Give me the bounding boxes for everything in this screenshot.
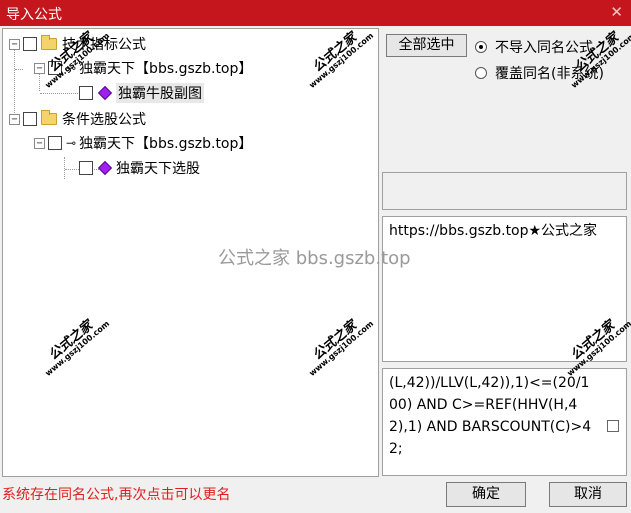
node-checkbox[interactable]	[48, 136, 62, 150]
tree-node-screening-formulas[interactable]: − 条件选股公式	[9, 108, 146, 130]
name-field[interactable]	[382, 172, 627, 210]
collapse-icon[interactable]: −	[9, 113, 20, 125]
folder-icon	[41, 110, 57, 125]
cancel-button[interactable]: 取消	[549, 482, 627, 507]
tree-node-label: 独霸天下选股	[116, 161, 200, 177]
node-checkbox[interactable]	[79, 86, 93, 100]
tree-node-formula[interactable]: 独霸牛股副图	[79, 82, 204, 104]
formula-icon	[97, 160, 113, 176]
tree-node-label: 独霸牛股副图	[116, 83, 204, 103]
formula-source-box[interactable]: (L,42))/LLV(L,42)),1)<=(20/100) AND C>=R…	[382, 368, 627, 476]
formula-icon	[97, 85, 113, 101]
tree-node-formula[interactable]: 独霸天下选股	[79, 157, 200, 179]
radio-skip-duplicates[interactable]: 不导入同名公式	[475, 37, 593, 57]
tree-node-author-group[interactable]: − ⊸ 独霸天下【bbs.gszb.top】	[34, 132, 252, 154]
collapse-icon[interactable]: −	[9, 38, 20, 50]
collapse-icon[interactable]: −	[34, 137, 45, 149]
description-text: https://bbs.gszb.top★公式之家	[389, 223, 598, 239]
select-all-button[interactable]: 全部选中	[386, 34, 467, 57]
node-checkbox[interactable]	[23, 37, 37, 51]
formula-checkbox[interactable]	[607, 420, 619, 432]
status-message: 系统存在同名公式,再次点击可以更名	[2, 487, 231, 503]
tree-connector	[40, 93, 80, 94]
node-checkbox[interactable]	[23, 112, 37, 126]
tree-node-label: 独霸天下【bbs.gszb.top】	[79, 136, 253, 152]
ok-button[interactable]: 确定	[446, 482, 526, 507]
key-icon: ⊸	[66, 136, 77, 150]
tree-node-label: 独霸天下【bbs.gszb.top】	[79, 61, 253, 77]
radio-icon[interactable]	[475, 67, 487, 79]
title-bar: 导入公式 ✕	[0, 0, 631, 26]
radio-label: 不导入同名公式	[495, 40, 593, 56]
tree-node-label: 条件选股公式	[62, 112, 146, 128]
center-watermark: 公式之家 bbs.gszb.top	[218, 248, 411, 269]
close-icon[interactable]: ✕	[610, 3, 623, 21]
window-title: 导入公式	[6, 7, 62, 23]
tree-connector	[64, 157, 65, 179]
node-checkbox[interactable]	[79, 161, 93, 175]
formula-source-text: (L,42))/LLV(L,42)),1)<=(20/100) AND C>=R…	[389, 375, 592, 457]
tree-connector	[15, 69, 23, 70]
radio-icon[interactable]	[475, 41, 487, 53]
folder-icon	[41, 35, 57, 50]
